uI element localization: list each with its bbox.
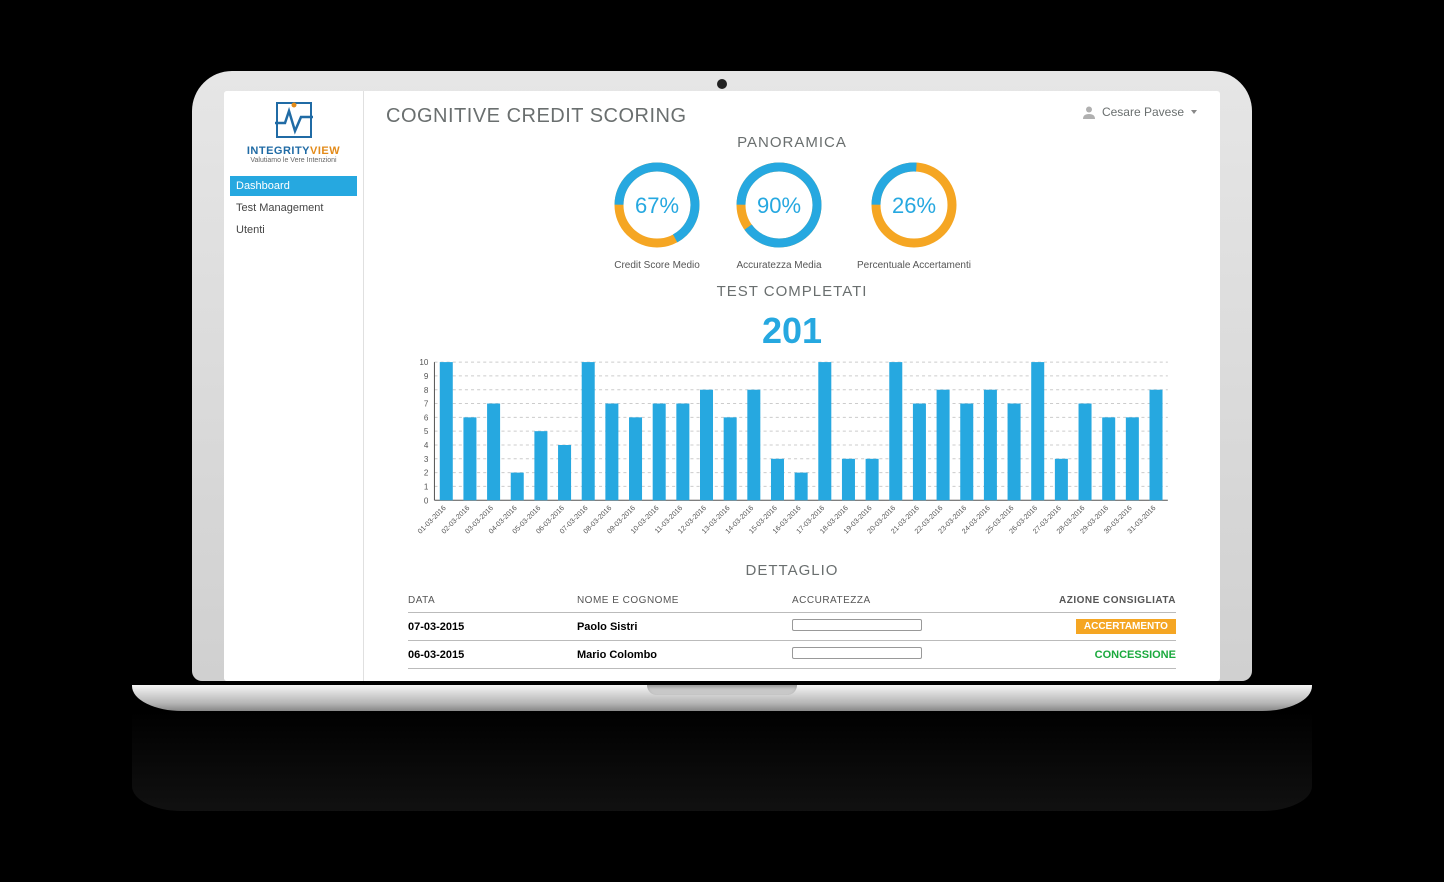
cell-date: 06-03-2015	[408, 649, 577, 661]
chevron-down-icon	[1190, 108, 1198, 116]
bar-chart: 01234567891001-03-201602-03-201603-03-20…	[406, 356, 1178, 554]
svg-text:0: 0	[424, 496, 429, 505]
detail-table: DATA NOME E COGNOME ACCURATEZZA AZIONE C…	[408, 589, 1176, 669]
svg-text:10: 10	[419, 358, 429, 367]
svg-text:4: 4	[424, 441, 429, 450]
svg-text:3: 3	[424, 455, 429, 464]
svg-text:7: 7	[424, 400, 429, 409]
svg-text:90%: 90%	[757, 193, 801, 218]
donut-accuratezza-media: 90% Accuratezza Media	[735, 161, 823, 271]
nav: DashboardTest ManagementUtenti	[230, 176, 357, 240]
brand-name: INTEGRITYVIEW	[230, 145, 357, 157]
donut-row: 67% Credit Score Medio 90% Accuratezza M…	[386, 161, 1198, 271]
completati-total: 201	[386, 310, 1198, 352]
nav-item-dashboard[interactable]: Dashboard	[230, 176, 357, 196]
svg-text:26%: 26%	[892, 193, 936, 218]
nav-item-utenti[interactable]: Utenti	[230, 220, 357, 240]
cell-name: Paolo Sistri	[577, 621, 792, 633]
th-acc: ACCURATEZZA	[792, 595, 992, 606]
brand-tagline: Valutiamo le Vere Intenzioni	[230, 157, 357, 164]
svg-text:1: 1	[424, 482, 429, 491]
user-icon	[1082, 105, 1096, 119]
table-header: DATA NOME E COGNOME ACCURATEZZA AZIONE C…	[408, 589, 1176, 613]
camera	[717, 79, 727, 89]
action-badge: ACCERTAMENTO	[1076, 619, 1176, 634]
action-badge: CONCESSIONE	[1095, 649, 1176, 661]
svg-text:6: 6	[424, 413, 429, 422]
svg-text:8: 8	[424, 386, 429, 395]
nav-item-test-management[interactable]: Test Management	[230, 198, 357, 218]
cell-acc	[792, 619, 992, 634]
laptop-base	[132, 685, 1312, 711]
logo: INTEGRITYVIEW Valutiamo le Vere Intenzio…	[230, 101, 357, 164]
dettaglio-title: DETTAGLIO	[386, 562, 1198, 579]
cell-action: CONCESSIONE	[992, 649, 1176, 661]
user-menu[interactable]: Cesare Pavese	[1082, 105, 1198, 119]
app-screen: INTEGRITYVIEW Valutiamo le Vere Intenzio…	[224, 91, 1220, 681]
table-row[interactable]: 06-03-2015 Mario Colombo CONCESSIONE	[408, 641, 1176, 669]
cell-acc	[792, 647, 992, 662]
panoramica-title: PANORAMICA	[386, 134, 1198, 151]
main-content: COGNITIVE CREDIT SCORING Cesare Pavese P…	[364, 91, 1220, 681]
cell-name: Mario Colombo	[577, 649, 792, 661]
completati-title: TEST COMPLETATI	[386, 283, 1198, 300]
sidebar: INTEGRITYVIEW Valutiamo le Vere Intenzio…	[224, 91, 364, 681]
th-nome: NOME E COGNOME	[577, 595, 792, 606]
cell-action: ACCERTAMENTO	[992, 619, 1176, 634]
svg-text:5: 5	[424, 427, 429, 436]
svg-text:9: 9	[424, 372, 429, 381]
cell-date: 07-03-2015	[408, 621, 577, 633]
donut-percentuale-accertamenti: 26% Percentuale Accertamenti	[857, 161, 971, 271]
logo-icon	[271, 101, 317, 139]
page-title: COGNITIVE CREDIT SCORING	[386, 105, 1198, 128]
th-data: DATA	[408, 595, 577, 606]
table-row[interactable]: 07-03-2015 Paolo Sistri ACCERTAMENTO	[408, 613, 1176, 641]
svg-text:67%: 67%	[635, 193, 679, 218]
donut-credit-score-medio: 67% Credit Score Medio	[613, 161, 701, 271]
svg-text:2: 2	[424, 469, 429, 478]
th-azione: AZIONE CONSIGLIATA	[992, 595, 1176, 606]
reflection	[132, 711, 1312, 811]
user-name: Cesare Pavese	[1102, 105, 1184, 119]
